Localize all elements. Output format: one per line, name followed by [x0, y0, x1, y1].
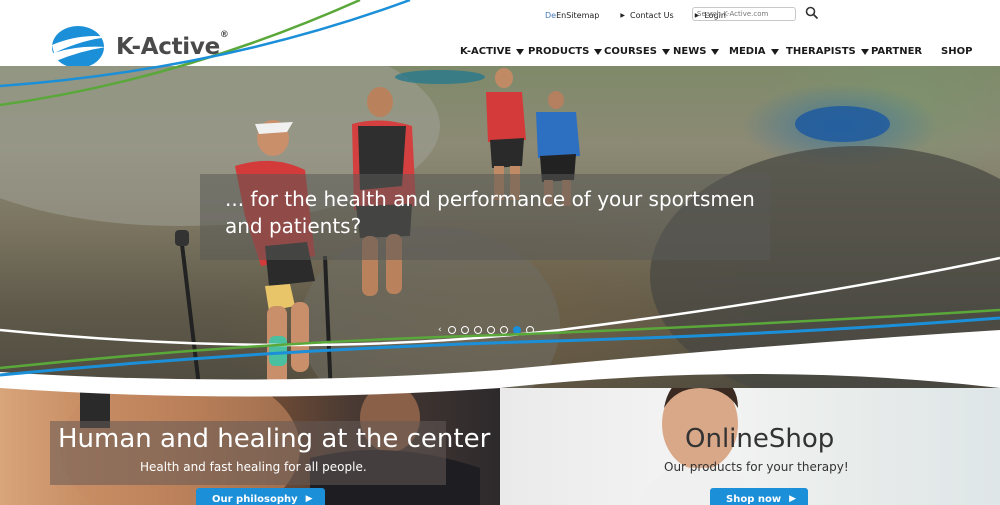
nav-item-therapists[interactable]: THERAPISTS	[786, 46, 869, 57]
chevron-right-icon: ▶	[789, 494, 796, 504]
chevron-down-icon	[594, 48, 603, 55]
shop-now-button[interactable]: Shop now ▶	[710, 488, 808, 505]
chevron-down-icon	[711, 48, 720, 55]
chevron-down-icon	[770, 48, 779, 55]
promo-philosophy-title: Human and healing at the center	[58, 424, 491, 454]
nav-item-news[interactable]: NEWS	[673, 46, 720, 57]
hero-caption: ... for the health and performance of yo…	[225, 186, 765, 240]
hero-slider[interactable]: ... for the health and performance of yo…	[0, 66, 1000, 388]
promo-onlineshop-subtitle: Our products for your therapy!	[664, 460, 849, 474]
nav-item-k-active[interactable]: K-ACTIVE	[460, 46, 525, 57]
slider-dot[interactable]	[460, 326, 469, 334]
hero-caption-line-1: ... for the health and performance of yo…	[225, 187, 755, 211]
slider-dot[interactable]	[486, 326, 495, 334]
arrow-right-icon: ▶	[620, 11, 625, 19]
sitemap-link[interactable]: Sitemap	[566, 11, 599, 20]
our-philosophy-button[interactable]: Our philosophy ▶	[196, 488, 325, 505]
slider-dot[interactable]	[447, 326, 456, 334]
nav-item-media[interactable]: MEDIA	[729, 46, 779, 57]
contact-link[interactable]: ▶ Contact Us	[620, 11, 673, 20]
main-nav: K-ACTIVE PRODUCTS COURSES NEWS MEDIA THE…	[0, 38, 1000, 66]
chevron-down-icon	[860, 48, 869, 55]
promo-philosophy: Human and healing at the center Health a…	[0, 388, 500, 505]
promo-philosophy-subtitle: Health and fast healing for all people.	[140, 460, 367, 474]
lake-image	[795, 106, 890, 142]
chevron-down-icon	[661, 48, 670, 55]
search-icon[interactable]	[805, 6, 819, 20]
nav-item-partner[interactable]: PARTNER	[871, 46, 922, 57]
nav-item-products[interactable]: PRODUCTS	[528, 46, 603, 57]
nav-item-shop[interactable]: SHOP	[941, 46, 972, 57]
chevron-down-icon	[516, 48, 525, 55]
prev-slide-icon[interactable]: ‹	[438, 325, 442, 335]
slider-dot-active[interactable]	[512, 326, 521, 334]
slider-dot[interactable]	[499, 326, 508, 334]
chevron-right-icon: ▶	[305, 494, 313, 504]
hero-caption-line-2: and patients?	[225, 214, 362, 238]
promo-onlineshop: OnlineShop Our products for your therapy…	[500, 388, 1000, 505]
search-input[interactable]: Search K-Active.com	[692, 7, 796, 21]
slider-pagination: ‹	[438, 325, 539, 335]
nav-item-courses[interactable]: COURSES	[604, 46, 670, 57]
language-switcher[interactable]: De En	[545, 11, 566, 20]
promo-onlineshop-title: OnlineShop	[685, 424, 835, 454]
slider-dot[interactable]	[525, 326, 534, 334]
slider-dot[interactable]	[473, 326, 482, 334]
